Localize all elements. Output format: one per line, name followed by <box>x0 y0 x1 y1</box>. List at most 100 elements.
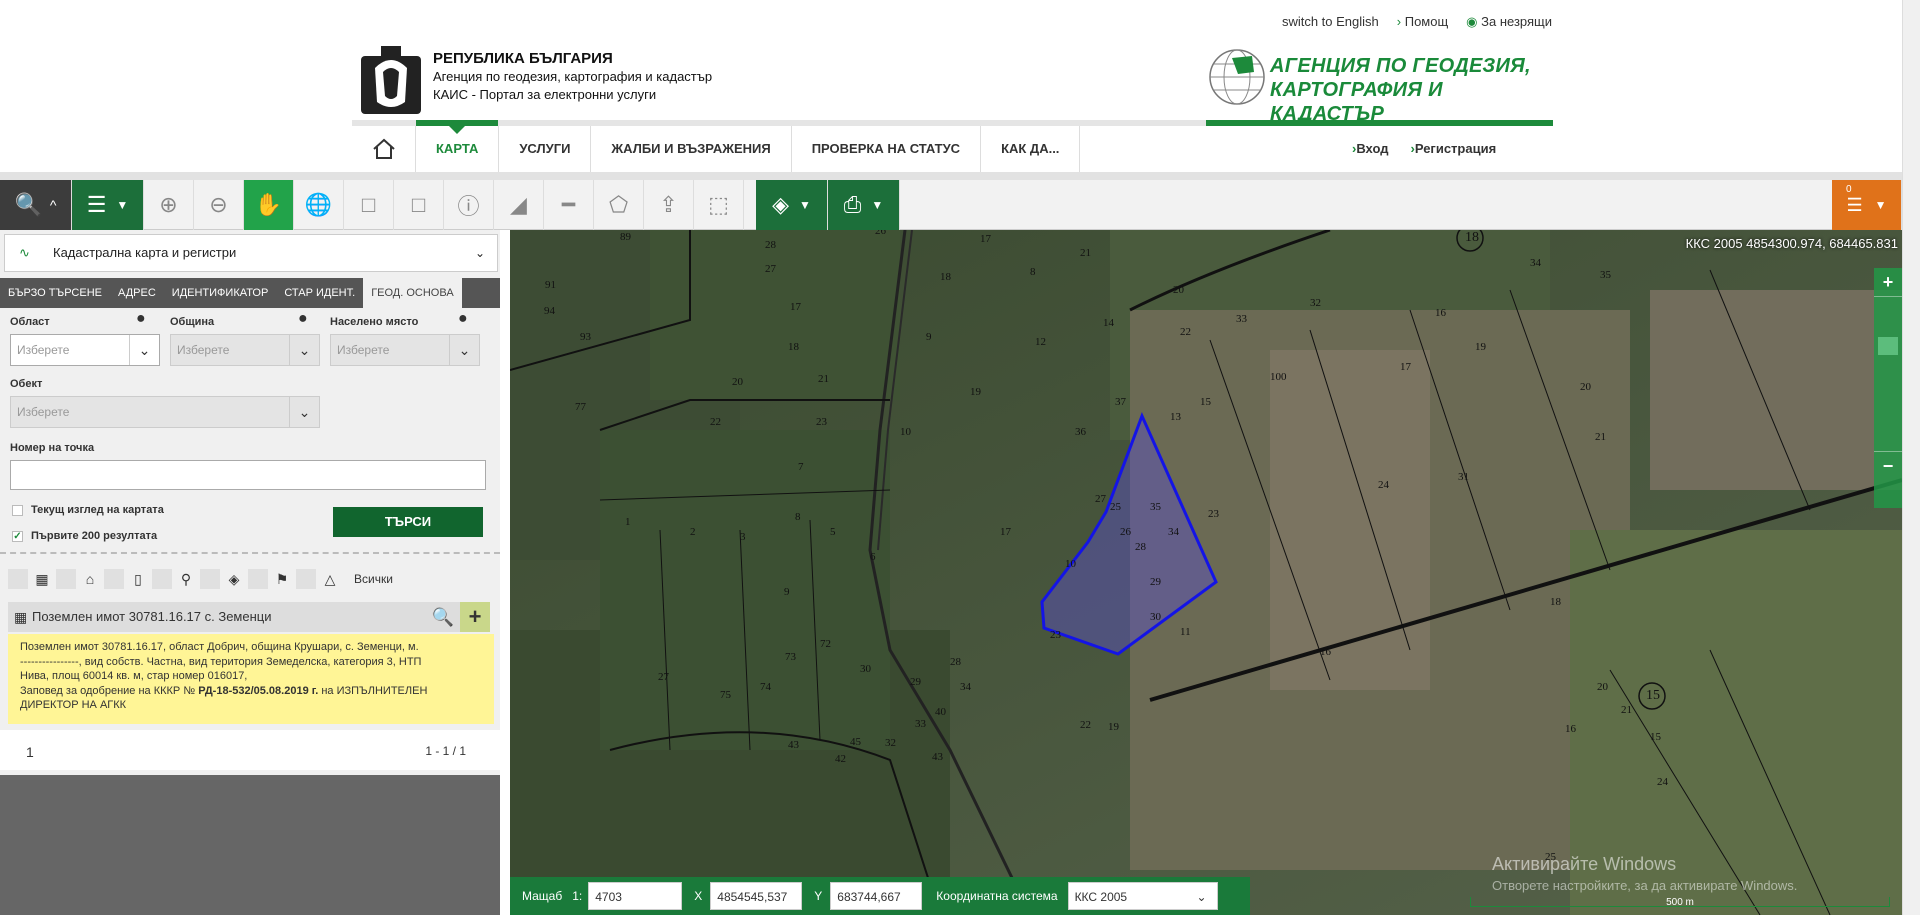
page-number[interactable]: 1 <box>26 744 34 760</box>
panel-empty-area <box>0 775 500 915</box>
tab-address[interactable]: АДРЕС <box>110 278 164 308</box>
tab-identifier[interactable]: ИДЕНТИФИКАТОР <box>164 278 277 308</box>
parcel-grid-icon[interactable]: ▦ <box>32 569 52 589</box>
selection-list-button[interactable]: ☰ 0 ▼ <box>1832 180 1902 230</box>
layers-button[interactable]: ☰ ▼ <box>72 180 144 230</box>
checkbox-box <box>12 504 23 516</box>
obshtina-select[interactable]: Изберете ⌄ <box>170 334 320 366</box>
current-view-checkbox[interactable]: Текущ изглед на картата <box>12 504 164 516</box>
print-button[interactable]: ⎙ ▼ <box>828 180 900 230</box>
zoom-handle[interactable] <box>1878 337 1898 355</box>
tab-geodetic-base[interactable]: ГЕОД. ОСНОВА <box>363 278 462 308</box>
filter-checkbox[interactable] <box>56 569 76 589</box>
map-view[interactable]: 89 28 27 26 17 21 18 8 20 14 12 22 33 32 16 34 35 91 94 17 9… <box>510 230 1902 915</box>
zoom-track[interactable] <box>1874 296 1902 452</box>
info-button[interactable]: ⓘ <box>444 180 494 230</box>
scale-bar: 500 m <box>1470 897 1890 908</box>
parcel-number: 29 <box>1150 576 1162 588</box>
naseleno-select[interactable]: Изберете ⌄ <box>330 334 480 366</box>
republic-logo[interactable]: РЕПУБЛИКА БЪЛГАРИЯ Агенция по геодезия, … <box>355 42 735 120</box>
scale-input[interactable]: 4703 <box>588 882 683 910</box>
parcel-number: 43 <box>788 739 800 751</box>
zoom-box-in-button[interactable]: □ <box>344 180 394 230</box>
zoom-to-result-button[interactable]: 🔍 <box>428 602 458 632</box>
parcel-number: 8 <box>1030 266 1036 278</box>
x-coordinate-input[interactable]: 4854545,537 <box>710 882 803 910</box>
agency-logo[interactable]: АГЕНЦИЯ ПО ГЕОДЕЗИЯ, КАРТОГРАФИЯ И КАДАС… <box>1208 44 1553 125</box>
filter-checkbox[interactable] <box>248 569 268 589</box>
filter-checkbox[interactable] <box>152 569 172 589</box>
zoom-box-out-button[interactable]: □ <box>394 180 444 230</box>
draw-tool-button[interactable]: ◢ <box>494 180 544 230</box>
page-scrollbar[interactable] <box>1902 0 1920 915</box>
zoom-in-button[interactable]: + <box>1874 268 1902 296</box>
parcel-number: 74 <box>760 681 772 693</box>
measure-distance-button[interactable]: ━ <box>544 180 594 230</box>
card-line: ----------------, вид собств. Частна, ви… <box>20 655 422 668</box>
search-tool-button[interactable]: 🔍 ^ <box>0 180 72 230</box>
point-number-input[interactable] <box>10 460 486 490</box>
select-box-icon: ⬚ <box>708 192 729 217</box>
layer-icon: ∿ <box>19 245 30 260</box>
register-link[interactable]: ›Регистрация <box>1411 126 1497 172</box>
polygon-icon[interactable]: △ <box>320 569 340 589</box>
parcel-number: 2 <box>690 526 696 538</box>
zoom-out-button[interactable]: ⊖ <box>194 180 244 230</box>
map-pin-icon[interactable]: ● <box>298 310 308 328</box>
zoom-out-button[interactable]: − <box>1874 452 1902 480</box>
pan-button[interactable]: ✋ <box>244 180 294 230</box>
flag-icon[interactable]: ⚑ <box>272 569 292 589</box>
nav-how-to[interactable]: КАК ДА... <box>981 126 1081 172</box>
switch-language-link[interactable]: switch to English <box>1282 14 1379 30</box>
layer-info-button[interactable]: ◈ ▼ <box>756 180 828 230</box>
parcel-number: 42 <box>835 753 846 765</box>
accessibility-link[interactable]: ◉ За незрящи <box>1466 14 1552 30</box>
y-coordinate-input[interactable]: 683744,667 <box>830 882 923 910</box>
parcel-number: 28 <box>765 239 777 251</box>
add-to-selection-button[interactable]: + <box>460 602 490 632</box>
agency-line-2: КАРТОГРАФИЯ И КАДАСТЪР <box>1270 79 1443 125</box>
layers-icon[interactable]: ◈ <box>224 569 244 589</box>
y-label: Y <box>814 889 823 903</box>
pin-icon[interactable]: ⚲ <box>176 569 196 589</box>
tab-quick-search[interactable]: БЪРЗО ТЪРСЕНЕ <box>0 278 110 308</box>
parcel-number: 21 <box>1621 704 1632 716</box>
first-200-checkbox[interactable]: ✓ Първите 200 резултата <box>12 530 157 542</box>
layer-select[interactable]: ∿ Кадастрална карта и регистри ⌄ <box>4 234 498 272</box>
filter-checkbox[interactable] <box>296 569 316 589</box>
zoom-slider[interactable]: + − <box>1874 268 1902 508</box>
nav-services[interactable]: УСЛУГИ <box>499 126 592 172</box>
nav-map[interactable]: КАРТА <box>416 120 500 172</box>
measure-area-button[interactable]: ⬠ <box>594 180 644 230</box>
filter-checkbox[interactable] <box>8 569 28 589</box>
obekt-select[interactable]: Изберете ⌄ <box>10 396 320 428</box>
tab-old-identifier[interactable]: СТАР ИДЕНТ. <box>276 278 363 308</box>
cadastral-map[interactable]: 89282726172118 82014122233321634359194 179… <box>510 230 1902 915</box>
login-link[interactable]: ›Вход <box>1352 126 1389 172</box>
building-icon[interactable]: ▯ <box>128 569 148 589</box>
result-header[interactable]: ▦ Поземлен имот 30781.16.17 с. Земенци 🔍… <box>8 602 490 632</box>
home-button[interactable] <box>352 126 416 172</box>
search-button[interactable]: ТЪРСИ <box>333 507 483 537</box>
zoom-in-button[interactable]: ⊕ <box>144 180 194 230</box>
parcel-number: 5 <box>830 526 836 538</box>
map-status-bar: Мащаб 1: 4703 X 4854545,537 Y 683744,667… <box>510 877 1250 915</box>
chevron-down-icon: ⌄ <box>289 397 319 427</box>
map-pin-icon[interactable]: ● <box>136 310 146 328</box>
result-card[interactable]: Поземлен имот 30781.16.17, област Добрич… <box>8 634 494 724</box>
help-link[interactable]: › Помощ <box>1397 14 1448 30</box>
filter-checkbox[interactable] <box>200 569 220 589</box>
parcel-number: 7 <box>798 461 804 473</box>
select-button[interactable]: ⬚ <box>694 180 744 230</box>
chevron-down-icon: ▼ <box>116 198 129 212</box>
nav-status-check[interactable]: ПРОВЕРКА НА СТАТУС <box>792 126 982 172</box>
filter-all-label[interactable]: Всички <box>354 569 393 589</box>
map-pin-icon[interactable]: ● <box>458 310 468 328</box>
home-icon[interactable]: ⌂ <box>80 569 100 589</box>
full-extent-button[interactable]: 🌐 <box>294 180 344 230</box>
oblast-select[interactable]: Изберете ⌄ <box>10 334 160 366</box>
coordinate-system-select[interactable]: ККС 2005 ⌄ <box>1067 882 1218 910</box>
upload-button[interactable]: ⇪ <box>644 180 694 230</box>
nav-complaints[interactable]: ЖАЛБИ И ВЪЗРАЖЕНИЯ <box>591 126 792 172</box>
filter-checkbox[interactable] <box>104 569 124 589</box>
